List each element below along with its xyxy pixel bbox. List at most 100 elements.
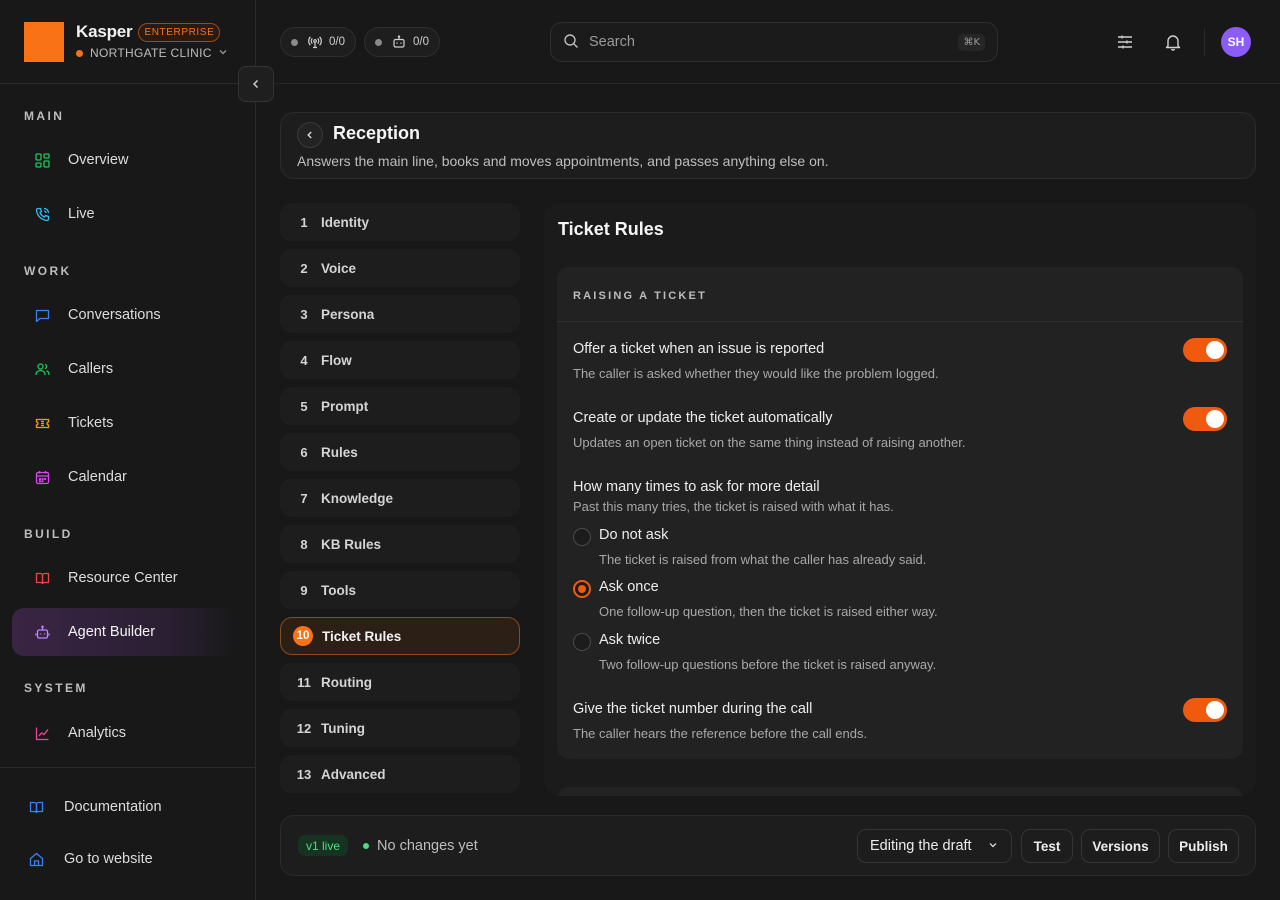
step-advanced[interactable]: 13 Advanced: [280, 755, 520, 793]
settings-sliders-icon[interactable]: [1113, 30, 1137, 54]
org-status-dot: [76, 49, 83, 57]
phone-call-icon: [34, 206, 50, 222]
sidebar-item-calendar[interactable]: Calendar: [12, 453, 236, 501]
publish-bar: v1 live No changes yet Editing the draft…: [280, 815, 1256, 876]
offer-ticket-toggle[interactable]: [1183, 338, 1227, 362]
sidebar-item-agent-builder[interactable]: Agent Builder: [12, 608, 236, 656]
search-input[interactable]: [589, 34, 959, 50]
documentation-label: Documentation: [64, 799, 162, 815]
radio-ask-once[interactable]: [573, 580, 591, 598]
radio-ask-twice[interactable]: [573, 633, 591, 651]
sidebar-item-label: Live: [68, 206, 95, 222]
give-number-title: Give the ticket number during the call: [573, 701, 813, 717]
sidebar-item-label: Overview: [68, 152, 129, 168]
step-tuning[interactable]: 12 Tuning: [280, 709, 520, 747]
auto-ticket-toggle[interactable]: [1183, 407, 1227, 431]
book-open-icon: [34, 570, 50, 586]
test-button[interactable]: Test: [1021, 829, 1073, 863]
version-badge: v1 live: [298, 835, 349, 856]
radio-label-ask-once[interactable]: Ask once: [599, 579, 659, 595]
status-dot: [363, 843, 369, 849]
broadcast-icon: [308, 35, 322, 49]
section-heading: RAISING A TICKET: [573, 290, 707, 302]
step-rules[interactable]: 6 Rules: [280, 433, 520, 471]
radio-desc-ask-twice: Two follow-up questions before the ticke…: [599, 657, 937, 672]
sidebar-item-label: Conversations: [68, 307, 161, 323]
search-shortcut: ⌘K: [958, 33, 985, 51]
section-title-main: MAIN: [24, 109, 65, 123]
avatar[interactable]: SH: [1221, 27, 1251, 57]
step-prompt[interactable]: 5 Prompt: [280, 387, 520, 425]
active-agents-pill[interactable]: 0/0: [364, 27, 440, 57]
ticket-icon: [34, 415, 50, 431]
radio-desc-do-not-ask: The ticket is raised from what the calle…: [599, 552, 927, 567]
draft-mode-value: Editing the draft: [870, 838, 972, 854]
section-title-work: WORK: [24, 264, 72, 278]
bot-icon: [392, 35, 406, 49]
raising-ticket-card: RAISING A TICKET Offer a ticket when an …: [557, 267, 1243, 759]
sidebar-item-label: Tickets: [68, 415, 114, 431]
brand[interactable]: Kasper ENTERPRISE NORTHGATE CLINIC: [24, 22, 228, 62]
step-voice[interactable]: 2 Voice: [280, 249, 520, 287]
sidebar-item-analytics[interactable]: Analytics: [12, 709, 236, 757]
page-description: Answers the main line, books and moves a…: [297, 153, 829, 169]
auto-ticket-title: Create or update the ticket automaticall…: [573, 410, 833, 426]
give-number-toggle[interactable]: [1183, 698, 1227, 722]
ask-detail-title: How many times to ask for more detail: [573, 479, 820, 495]
step-kb-rules[interactable]: 8 KB Rules: [280, 525, 520, 563]
ticket-rules-panel: Ticket Rules RAISING A TICKET Offer a ti…: [544, 203, 1256, 796]
users-icon: [34, 361, 50, 377]
panel-title: Ticket Rules: [558, 219, 664, 239]
book-icon: [28, 799, 44, 815]
chart-line-icon: [34, 725, 50, 741]
step-knowledge[interactable]: 7 Knowledge: [280, 479, 520, 517]
bell-icon[interactable]: [1161, 30, 1185, 54]
radio-label-ask-twice[interactable]: Ask twice: [599, 632, 660, 648]
step-persona[interactable]: 3 Persona: [280, 295, 520, 333]
publish-button[interactable]: Publish: [1168, 829, 1239, 863]
bot-icon: [34, 624, 50, 640]
ask-detail-desc: Past this many tries, the ticket is rais…: [573, 499, 894, 514]
step-routing[interactable]: 11 Routing: [280, 663, 520, 701]
sidebar-item-live[interactable]: Live: [12, 190, 236, 238]
step-identity[interactable]: 1 Identity: [280, 203, 520, 241]
go-to-website-link[interactable]: Go to website: [28, 851, 153, 867]
chevron-down-icon: [218, 46, 228, 60]
live-calls-pill[interactable]: 0/0: [280, 27, 356, 57]
search-bar[interactable]: ⌘K: [550, 22, 998, 62]
sidebar-item-label: Agent Builder: [68, 624, 156, 640]
go-to-website-label: Go to website: [64, 851, 153, 867]
sidebar-item-conversations[interactable]: Conversations: [12, 291, 236, 339]
documentation-link[interactable]: Documentation: [28, 799, 162, 815]
sidebar-item-callers[interactable]: Callers: [12, 345, 236, 393]
change-status: No changes yet: [377, 838, 478, 854]
sidebar-item-label: Resource Center: [68, 570, 178, 586]
section-title-system: SYSTEM: [24, 681, 88, 695]
radio-desc-ask-once: One follow-up question, then the ticket …: [599, 604, 938, 619]
status-dot: [291, 38, 298, 46]
versions-button[interactable]: Versions: [1081, 829, 1160, 863]
step-tools[interactable]: 9 Tools: [280, 571, 520, 609]
message-square-icon: [34, 307, 50, 323]
org-switcher[interactable]: NORTHGATE CLINIC: [76, 46, 228, 60]
chevron-left-icon: [252, 79, 259, 89]
step-flow[interactable]: 4 Flow: [280, 341, 520, 379]
offer-ticket-desc: The caller is asked whether they would l…: [573, 366, 939, 381]
radio-label-do-not-ask[interactable]: Do not ask: [599, 527, 668, 543]
plan-badge: ENTERPRISE: [138, 22, 221, 42]
sidebar-item-tickets[interactable]: Tickets: [12, 399, 236, 447]
radio-do-not-ask[interactable]: [573, 528, 591, 546]
draft-mode-select[interactable]: Editing the draft: [857, 829, 1012, 863]
org-name: NORTHGATE CLINIC: [90, 46, 212, 60]
sidebar-item-resource-center[interactable]: Resource Center: [12, 554, 236, 602]
search-icon: [563, 33, 579, 52]
back-button[interactable]: [297, 122, 323, 148]
calendar-icon: [34, 469, 50, 485]
collapse-sidebar-button[interactable]: [238, 66, 274, 102]
step-ticket-rules[interactable]: 10 Ticket Rules: [280, 617, 520, 655]
page-title: Reception: [333, 123, 421, 143]
brand-logo: [24, 22, 64, 62]
sidebar-item-overview[interactable]: Overview: [12, 136, 236, 184]
active-agents-count: 0/0: [413, 36, 429, 48]
live-calls-count: 0/0: [329, 36, 345, 48]
